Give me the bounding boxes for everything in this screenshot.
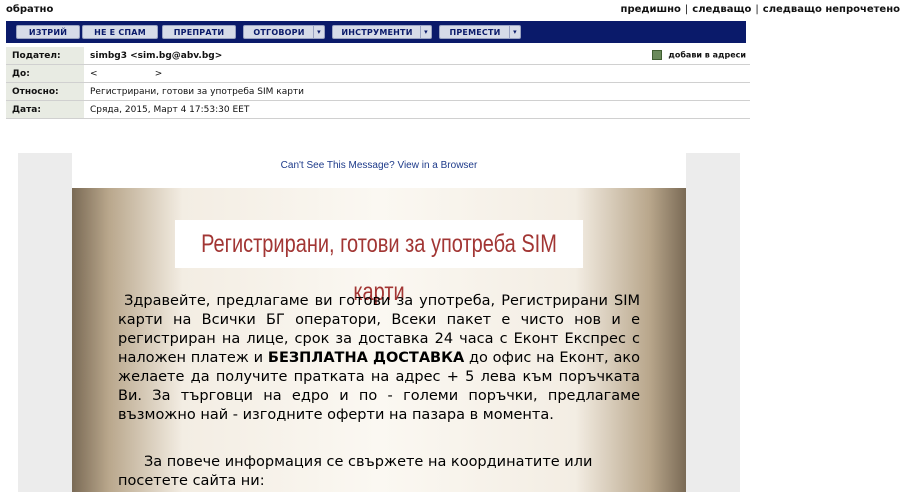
message-toolbar: ИЗТРИЙ НЕ Е СПАМ ПРЕПРАТИ ОТГОВОРИ ▾ ИНСТ…	[6, 21, 746, 43]
message-navigation: предишно | следващо | следващо непрочетено	[621, 4, 900, 15]
chevron-down-icon[interactable]: ▾	[420, 26, 431, 38]
date-label: Дата:	[6, 100, 84, 119]
reply-button[interactable]: ОТГОВОРИ ▾	[243, 25, 325, 39]
forward-button[interactable]: ПРЕПРАТИ	[162, 25, 236, 39]
subject-value: Регистрирани, готови за употреба SIM кар…	[84, 82, 750, 101]
header-row-from: Подател: simbg3 <sim.bg@abv.bg> добави в…	[6, 47, 750, 65]
message-headers: Подател: simbg3 <sim.bg@abv.bg> добави в…	[6, 47, 750, 119]
next-unread-link[interactable]: следващо непрочетено	[763, 4, 900, 15]
add-address-link[interactable]: добави в адреси	[652, 50, 746, 60]
to-label: До:	[6, 64, 84, 83]
from-value: simbg3 <sim.bg@abv.bg> добави в адреси	[84, 47, 750, 65]
nav-separator: |	[684, 4, 689, 15]
next-link[interactable]: следващо	[692, 4, 751, 15]
previous-link[interactable]: предишно	[621, 4, 681, 15]
contact-text: За повече информация се свържете на коор…	[118, 454, 593, 489]
tools-label: ИНСТРУМЕНТИ	[341, 28, 413, 37]
promo-title: Регистрирани, готови за употреба SIM кар…	[175, 220, 583, 306]
from-label: Подател:	[6, 47, 84, 65]
contact-paragraph: За повече информация се свържете на коор…	[118, 453, 640, 491]
free-delivery-text: БЕЗПЛАТНА ДОСТАВКА	[267, 350, 465, 366]
from-address[interactable]: simbg3 <sim.bg@abv.bg>	[90, 51, 222, 61]
view-in-browser-link[interactable]: Can't See This Message? View in a Browse…	[72, 160, 686, 171]
to-value[interactable]: < >	[84, 64, 750, 83]
header-row-date: Дата: Сряда, 2015, Март 4 17:53:30 EET	[6, 100, 750, 119]
chevron-down-icon[interactable]: ▾	[313, 26, 324, 38]
move-button[interactable]: ПРЕМЕСТИ ▾	[439, 25, 521, 39]
tools-button[interactable]: ИНСТРУМЕНТИ ▾	[332, 25, 432, 39]
subject-label: Относно:	[6, 82, 84, 101]
chevron-down-icon[interactable]: ▾	[509, 26, 520, 38]
address-book-icon	[652, 50, 663, 60]
move-label: ПРЕМЕСТИ	[449, 28, 501, 37]
reply-label: ОТГОВОРИ	[253, 28, 305, 37]
top-navigation: обратно предишно | следващо | следващо непро…	[0, 0, 900, 20]
not-spam-button[interactable]: НЕ Е СПАМ	[82, 25, 158, 39]
add-address-label: добави в адреси	[668, 50, 746, 60]
header-row-subject: Относно: Регистрирани, готови за употреб…	[6, 82, 750, 101]
date-value: Сряда, 2015, Март 4 17:53:30 EET	[84, 100, 750, 119]
back-link[interactable]: обратно	[6, 4, 53, 15]
header-row-to: До: < >	[6, 64, 750, 83]
delete-button[interactable]: ИЗТРИЙ	[16, 25, 80, 39]
promo-paragraph: Здравейте, предлагаме ви готови за употр…	[118, 292, 640, 425]
nav-separator: |	[755, 4, 759, 15]
